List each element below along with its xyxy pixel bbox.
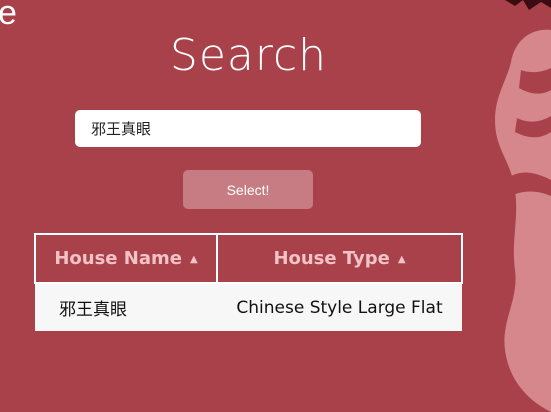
column-header-house-name[interactable]: House Name ▲ <box>34 233 218 284</box>
sort-ascending-icon[interactable]: ▲ <box>398 254 406 265</box>
search-input[interactable] <box>75 110 421 147</box>
house-name-cell: 邪王真眼 <box>35 283 217 331</box>
page-title: Search <box>169 30 328 81</box>
table-row[interactable]: 邪王真眼 Chinese Style Large Flat <box>35 283 462 331</box>
select-button[interactable]: Select! <box>183 170 313 209</box>
column-label: House Name <box>54 248 182 269</box>
column-label: House Type <box>273 248 390 269</box>
results-table: House Name ▲ House Type ▲ 邪王真眼 Chinese Sty… <box>34 233 463 331</box>
header-text-fragment: e <box>0 0 17 32</box>
house-type-cell: Chinese Style Large Flat <box>217 283 462 331</box>
column-header-house-type[interactable]: House Type ▲ <box>216 233 463 284</box>
sort-ascending-icon[interactable]: ▲ <box>190 254 198 265</box>
